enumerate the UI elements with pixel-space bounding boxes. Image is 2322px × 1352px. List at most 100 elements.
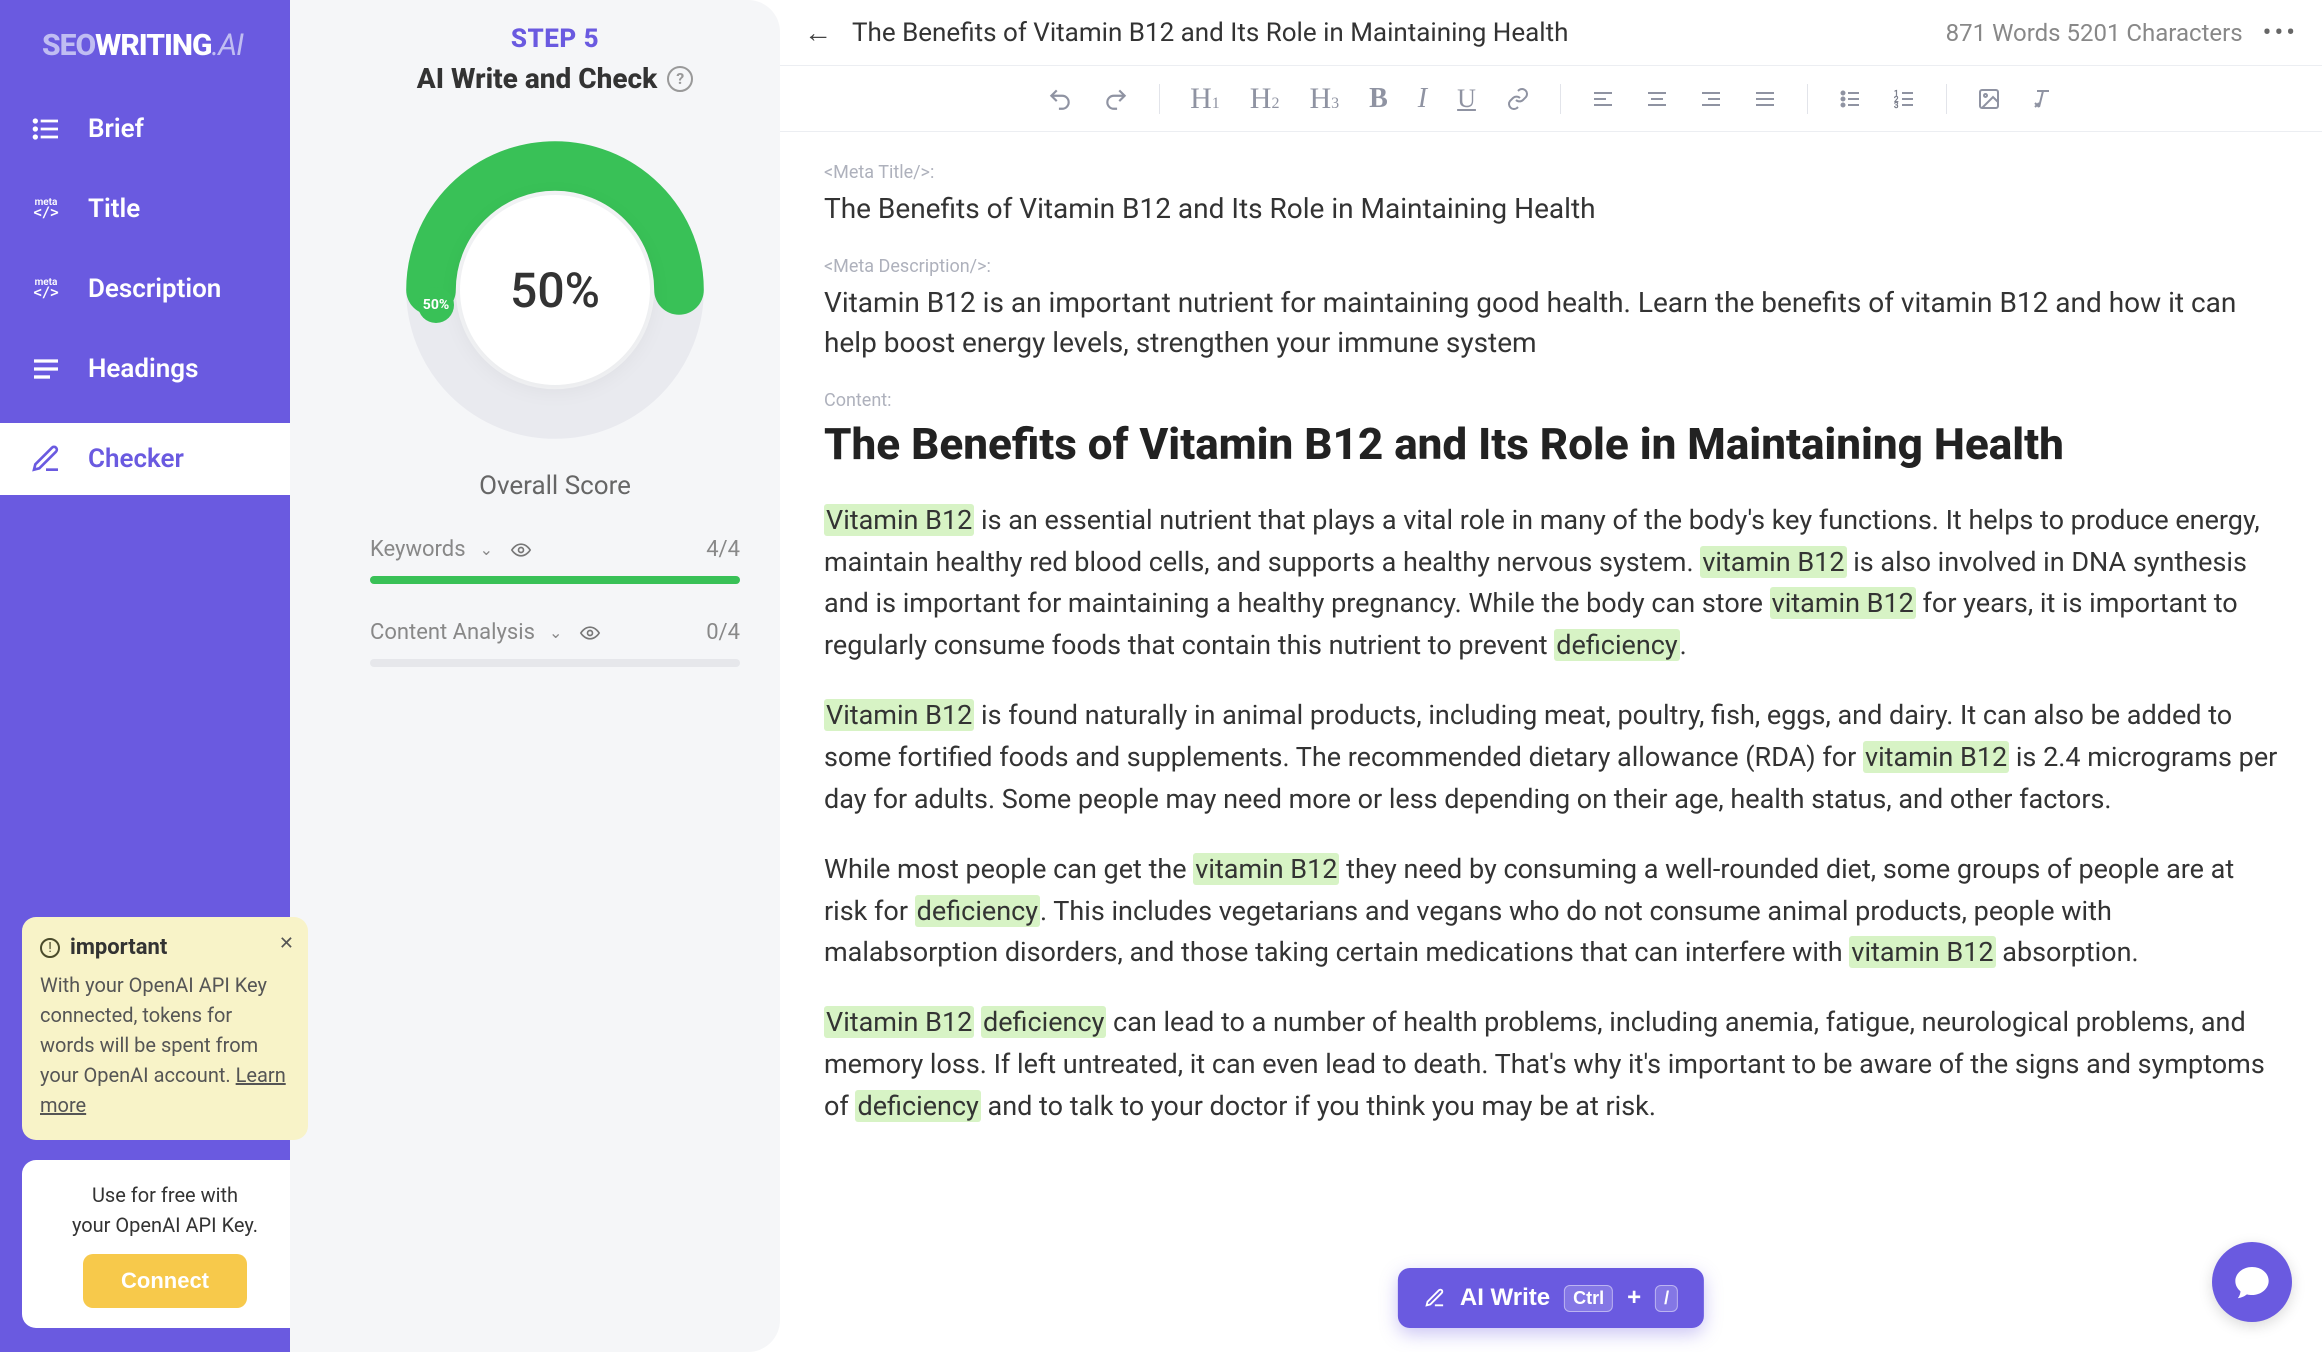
metric-value: 4/4 xyxy=(706,537,740,562)
step-label: STEP 5 xyxy=(370,24,740,54)
metric-content-analysis[interactable]: Content Analysis ⌄ 0/4 xyxy=(370,620,740,667)
sidebar: SEOWRITING.AI Brief meta</> Title meta</… xyxy=(0,0,330,1352)
content-paragraph[interactable]: Vitamin B12 deficiency can lead to a num… xyxy=(824,1002,2278,1128)
step-title-text: AI Write and Check xyxy=(417,62,657,95)
editor-header: ← The Benefits of Vitamin B12 and Its Ro… xyxy=(780,0,2322,66)
sidebar-item-label: Checker xyxy=(88,444,184,474)
heading3-button[interactable]: H3 xyxy=(1309,82,1339,116)
meta-description-label: <Meta Description/>: xyxy=(824,256,2278,277)
sidebar-item-label: Title xyxy=(88,194,140,224)
image-button[interactable] xyxy=(1977,87,2001,111)
link-button[interactable] xyxy=(1506,87,1530,111)
highlight-keyword: vitamin B12 xyxy=(1863,741,2009,773)
sidebar-item-headings[interactable]: Headings xyxy=(30,343,300,395)
align-left-button[interactable] xyxy=(1591,87,1615,111)
note-text: With your OpenAI API Key connected, toke… xyxy=(40,973,267,1087)
eye-icon[interactable] xyxy=(576,623,604,643)
italic-button[interactable]: I xyxy=(1418,83,1427,115)
bullet-list-button[interactable] xyxy=(1838,87,1862,111)
connect-button[interactable]: Connect xyxy=(83,1254,247,1308)
align-right-button[interactable] xyxy=(1699,87,1723,111)
highlight-keyword: vitamin B12 xyxy=(1849,936,1995,968)
content-label: Content: xyxy=(824,390,2278,411)
back-arrow-icon[interactable]: ← xyxy=(804,16,832,49)
score-badge: 50% xyxy=(418,287,454,323)
step-title: AI Write and Check ? xyxy=(370,62,740,95)
pencil-icon xyxy=(30,443,62,475)
bold-button[interactable]: B xyxy=(1369,83,1388,115)
meta-title-label: <Meta Title/>: xyxy=(824,162,2278,183)
logo-writing: WRITING xyxy=(95,28,211,63)
connect-text: Use for free with your OpenAI API Key. xyxy=(42,1180,288,1240)
clear-format-button[interactable] xyxy=(2031,87,2055,111)
undo-button[interactable] xyxy=(1047,86,1073,112)
sidebar-item-label: Headings xyxy=(88,354,198,384)
content-paragraph[interactable]: While most people can get the vitamin B1… xyxy=(824,849,2278,975)
score-percent: 50% xyxy=(510,262,600,319)
toolbar-separator xyxy=(1560,84,1561,114)
metric-keywords[interactable]: Keywords ⌄ 4/4 xyxy=(370,537,740,584)
editor-content[interactable]: <Meta Title/>: The Benefits of Vitamin B… xyxy=(780,132,2322,1316)
heading1-button[interactable]: H1 xyxy=(1190,82,1220,116)
align-center-button[interactable] xyxy=(1645,87,1669,111)
sidebar-item-description[interactable]: meta</> Description xyxy=(30,263,300,315)
more-menu-icon[interactable]: ••• xyxy=(2263,18,2298,48)
sidebar-item-label: Brief xyxy=(88,114,144,144)
metric-label: Content Analysis xyxy=(370,620,535,645)
redo-button[interactable] xyxy=(1103,86,1129,112)
sidebar-item-title[interactable]: meta</> Title xyxy=(30,183,300,235)
chat-icon xyxy=(2232,1262,2272,1302)
highlight-keyword: vitamin B12 xyxy=(1700,546,1846,578)
close-icon[interactable]: ✕ xyxy=(279,933,294,954)
lines-icon xyxy=(30,353,62,385)
kbd-slash: / xyxy=(1655,1285,1678,1312)
score-donut: 50% 50% xyxy=(400,135,710,445)
ai-write-button[interactable]: AI Write Ctrl + / xyxy=(1398,1268,1704,1328)
sidebar-nav: Brief meta</> Title meta</> Description … xyxy=(0,103,330,495)
chevron-down-icon: ⌄ xyxy=(480,540,493,559)
logo-seo: SEO xyxy=(42,28,95,63)
highlight-keyword: Vitamin B12 xyxy=(824,1006,974,1038)
app-logo: SEOWRITING.AI xyxy=(0,28,330,103)
toolbar-separator xyxy=(1807,84,1808,114)
align-justify-button[interactable] xyxy=(1753,87,1777,111)
meta-code-icon: meta</> xyxy=(30,273,62,305)
meta-description-value[interactable]: Vitamin B12 is an important nutrient for… xyxy=(824,283,2278,364)
overall-score-label: Overall Score xyxy=(370,471,740,501)
help-icon[interactable]: ? xyxy=(667,66,693,92)
kbd-ctrl: Ctrl xyxy=(1564,1285,1613,1312)
meta-code-icon: meta</> xyxy=(30,193,62,225)
sidebar-item-label: Description xyxy=(88,274,221,304)
ai-write-label: AI Write xyxy=(1460,1284,1550,1312)
heading2-button[interactable]: H2 xyxy=(1250,82,1280,116)
metric-value: 0/4 xyxy=(706,620,740,645)
eye-icon[interactable] xyxy=(507,540,535,560)
chevron-down-icon: ⌄ xyxy=(549,623,562,642)
note-body: With your OpenAI API Key connected, toke… xyxy=(40,970,290,1120)
highlight-keyword: Vitamin B12 xyxy=(824,504,974,536)
meta-title-value[interactable]: The Benefits of Vitamin B12 and Its Role… xyxy=(824,189,2278,230)
document-title: The Benefits of Vitamin B12 and Its Role… xyxy=(852,18,1926,48)
numbered-list-button[interactable]: 123 xyxy=(1892,87,1916,111)
pencil-icon xyxy=(1424,1287,1446,1309)
content-paragraph[interactable]: Vitamin B12 is an essential nutrient tha… xyxy=(824,500,2278,667)
highlight-keyword: vitamin B12 xyxy=(1193,853,1339,885)
sidebar-item-checker[interactable]: Checker xyxy=(0,423,330,495)
content-paragraph[interactable]: Vitamin B12 is found naturally in animal… xyxy=(824,695,2278,821)
highlight-keyword: deficiency xyxy=(1554,629,1679,661)
note-title: important xyxy=(70,935,167,960)
connect-card: Use for free with your OpenAI API Key. C… xyxy=(22,1160,308,1328)
sidebar-item-brief[interactable]: Brief xyxy=(30,103,300,155)
chat-fab[interactable] xyxy=(2212,1242,2292,1322)
important-note: ! important ✕ With your OpenAI API Key c… xyxy=(22,917,308,1140)
kbd-plus: + xyxy=(1627,1284,1641,1312)
highlight-keyword: vitamin B12 xyxy=(1770,587,1916,619)
svg-text:3: 3 xyxy=(1894,101,1899,110)
highlight-keyword: Vitamin B12 xyxy=(824,699,974,731)
editor-toolbar: H1 H2 H3 B I U 123 xyxy=(780,66,2322,132)
toolbar-separator xyxy=(1159,84,1160,114)
editor: ← The Benefits of Vitamin B12 and Its Ro… xyxy=(780,0,2322,1352)
document-stats: 871 Words 5201 Characters xyxy=(1946,19,2243,47)
underline-button[interactable]: U xyxy=(1457,84,1476,114)
content-heading[interactable]: The Benefits of Vitamin B12 and Its Role… xyxy=(824,417,2278,472)
